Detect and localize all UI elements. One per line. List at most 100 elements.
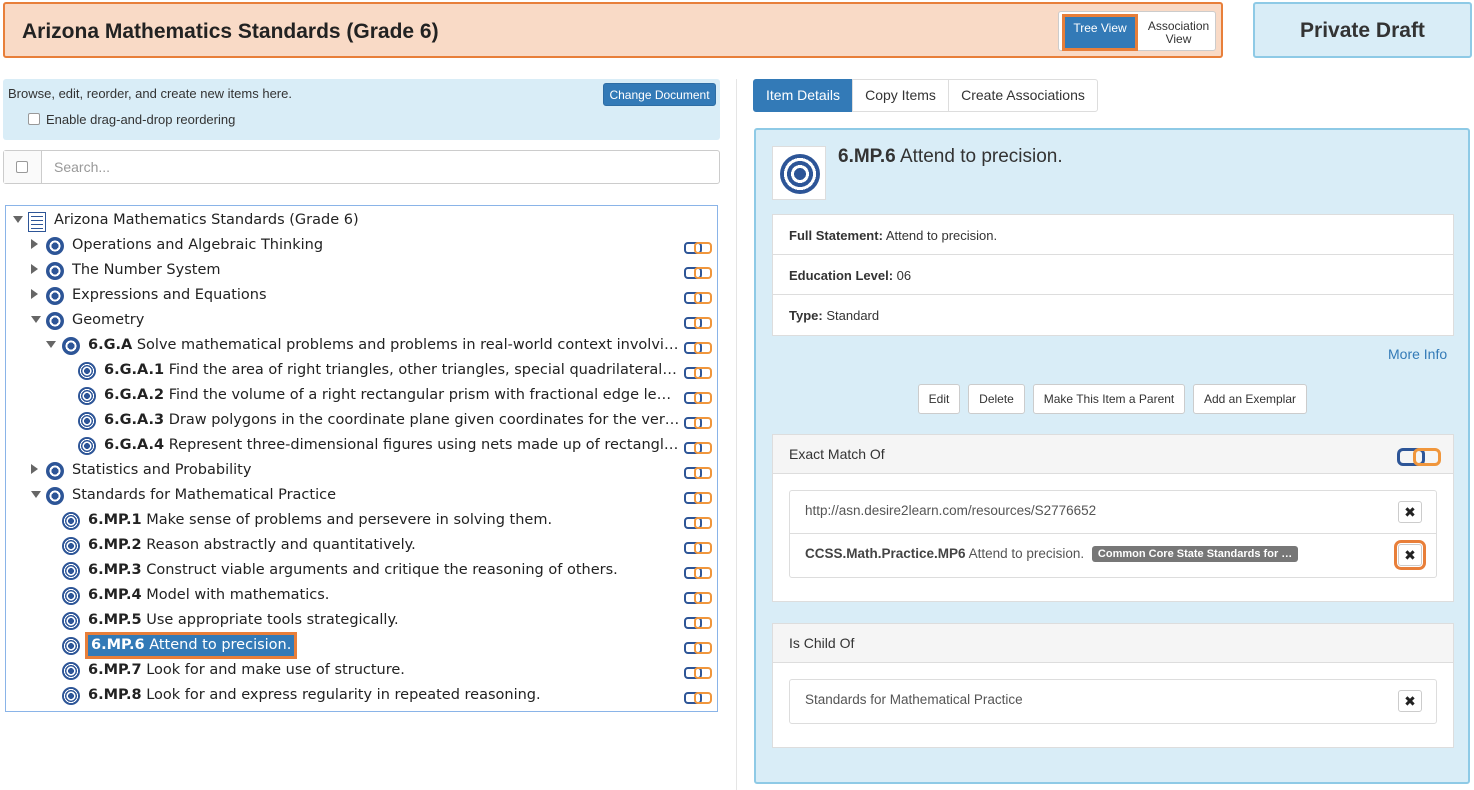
tree-item-code: 6.MP.4 xyxy=(88,587,142,603)
tab-create-associations[interactable]: Create Associations xyxy=(948,79,1098,112)
tree-row[interactable]: Expressions and Equations xyxy=(6,284,717,309)
tree-row[interactable]: Geometry xyxy=(6,309,717,334)
collapse-toggle-icon[interactable] xyxy=(46,341,56,348)
association-link-icon[interactable] xyxy=(684,617,712,629)
delete-button[interactable]: Delete xyxy=(968,384,1025,414)
add-exemplar-button[interactable]: Add an Exemplar xyxy=(1193,384,1307,414)
remove-association-button[interactable]: ✖ xyxy=(1398,690,1422,712)
document-header: Arizona Mathematics Standards (Grade 6) … xyxy=(3,2,1223,58)
tree-item-label[interactable]: 6.MP.5 Use appropriate tools strategical… xyxy=(88,612,399,628)
tree-item-label[interactable]: Geometry xyxy=(72,312,144,328)
association-link-icon[interactable] xyxy=(684,342,712,354)
tree-item-label[interactable]: 6.MP.8 Look for and express regularity i… xyxy=(88,687,541,703)
tree-row[interactable]: 6.G.A.2 Find the volume of a right recta… xyxy=(6,384,717,409)
more-info-link[interactable]: More Info xyxy=(1388,346,1447,362)
drag-drop-checkbox[interactable] xyxy=(28,113,40,125)
standard-icon xyxy=(46,487,64,505)
remove-association-button[interactable]: ✖ xyxy=(1398,501,1422,523)
tree-item-label[interactable]: 6.MP.7 Look for and make use of structur… xyxy=(88,662,405,678)
tab-item-details[interactable]: Item Details xyxy=(753,79,853,112)
tree-row[interactable]: 6.G.A.3 Draw polygons in the coordinate … xyxy=(6,409,717,434)
tree-item-label[interactable]: Standards for Mathematical Practice xyxy=(72,487,336,503)
remove-association-button[interactable]: ✖ xyxy=(1394,540,1426,570)
tree-row[interactable]: 6.G.A Solve mathematical problems and pr… xyxy=(6,334,717,359)
tree-row[interactable]: 6.MP.1 Make sense of problems and persev… xyxy=(6,509,717,534)
tree-row[interactable]: 6.MP.5 Use appropriate tools strategical… xyxy=(6,609,717,634)
association-link-icon[interactable] xyxy=(684,292,712,304)
tree-row[interactable]: Standards for Mathematical Practice xyxy=(6,484,717,509)
tab-copy-items[interactable]: Copy Items xyxy=(852,79,949,112)
association-link-icon[interactable] xyxy=(684,492,712,504)
list-item[interactable]: Standards for Mathematical Practice ✖ xyxy=(790,680,1436,723)
association-link-icon[interactable] xyxy=(684,592,712,604)
tree-item-label[interactable]: Statistics and Probability xyxy=(72,462,251,478)
tree-view-button[interactable]: Tree View xyxy=(1062,14,1138,51)
list-item[interactable]: http://asn.desire2learn.com/resources/S2… xyxy=(790,491,1436,534)
tree-row[interactable]: 6.G.A.4 Represent three-dimensional figu… xyxy=(6,434,717,459)
association-link-icon[interactable] xyxy=(684,392,712,404)
change-document-button[interactable]: Change Document xyxy=(603,83,716,106)
tree-item-label[interactable]: Operations and Algebraic Thinking xyxy=(72,237,323,253)
tree-row[interactable]: Arizona Mathematics Standards (Grade 6) xyxy=(6,209,717,234)
expand-toggle-icon[interactable] xyxy=(31,264,38,274)
tree-item-label[interactable]: Arizona Mathematics Standards (Grade 6) xyxy=(54,212,359,228)
association-link-icon[interactable] xyxy=(684,667,712,679)
collapse-toggle-icon[interactable] xyxy=(31,491,41,498)
tree-item-code: 6.MP.6 xyxy=(91,637,145,653)
collapse-toggle-icon[interactable] xyxy=(31,316,41,323)
association-link-icon[interactable] xyxy=(684,417,712,429)
association-link-icon[interactable] xyxy=(684,567,712,579)
association-link-icon[interactable] xyxy=(684,242,712,254)
tree-row[interactable]: 6.MP.6 Attend to precision. xyxy=(6,632,717,659)
tree-item-label[interactable]: The Number System xyxy=(72,262,221,278)
tree-item-label[interactable]: 6.MP.1 Make sense of problems and persev… xyxy=(88,512,552,528)
tree-row[interactable]: The Number System xyxy=(6,259,717,284)
link-icon[interactable] xyxy=(1397,446,1441,466)
make-parent-button[interactable]: Make This Item a Parent xyxy=(1033,384,1185,414)
expand-toggle-icon[interactable] xyxy=(31,239,38,249)
collapse-toggle-icon[interactable] xyxy=(13,216,23,223)
association-link-icon[interactable] xyxy=(684,442,712,454)
tree-item-label[interactable]: 6.MP.2 Reason abstractly and quantitativ… xyxy=(88,537,416,553)
association-link-icon[interactable] xyxy=(684,367,712,379)
association-view-button[interactable]: Association View xyxy=(1141,14,1216,51)
select-all-checkbox[interactable] xyxy=(16,161,28,173)
target-icon xyxy=(78,387,96,405)
tree-row[interactable]: 6.MP.7 Look for and make use of structur… xyxy=(6,659,717,684)
association-link-icon[interactable] xyxy=(684,542,712,554)
is-child-of-panel: Is Child Of Standards for Mathematical P… xyxy=(772,623,1454,748)
tree-item-label[interactable]: 6.G.A.3 Draw polygons in the coordinate … xyxy=(104,412,680,428)
document-icon xyxy=(28,212,46,232)
expand-toggle-icon[interactable] xyxy=(31,289,38,299)
tree-item-label[interactable]: 6.MP.6 Attend to precision. xyxy=(84,632,298,659)
tree-item-label[interactable]: Expressions and Equations xyxy=(72,287,267,303)
association-link-icon[interactable] xyxy=(684,317,712,329)
tree-item-label[interactable]: 6.MP.3 Construct viable arguments and cr… xyxy=(88,562,618,578)
association-link-icon[interactable] xyxy=(684,692,712,704)
association-link-icon[interactable] xyxy=(684,517,712,529)
tree-item-label[interactable]: 6.G.A.2 Find the volume of a right recta… xyxy=(104,387,680,403)
tree-row[interactable]: 6.MP.4 Model with mathematics. xyxy=(6,584,717,609)
standard-icon xyxy=(46,287,64,305)
tree-item-label[interactable]: 6.G.A.1 Find the area of right triangles… xyxy=(104,362,680,378)
tree-row[interactable]: 6.G.A.1 Find the area of right triangles… xyxy=(6,359,717,384)
tree-item-text: Look for and express regularity in repea… xyxy=(146,687,541,703)
tree-item-label[interactable]: 6.G.A.4 Represent three-dimensional figu… xyxy=(104,437,680,453)
association-link-icon[interactable] xyxy=(684,467,712,479)
tree-item-label[interactable]: 6.MP.4 Model with mathematics. xyxy=(88,587,329,603)
search-input[interactable] xyxy=(46,152,706,182)
association-link-icon[interactable] xyxy=(684,267,712,279)
drag-drop-option[interactable]: Enable drag-and-drop reordering xyxy=(28,112,235,127)
tree-row[interactable]: 6.MP.2 Reason abstractly and quantitativ… xyxy=(6,534,717,559)
association-link-icon[interactable] xyxy=(684,642,712,654)
expand-toggle-icon[interactable] xyxy=(31,464,38,474)
edit-button[interactable]: Edit xyxy=(918,384,960,414)
tree-row[interactable]: 6.MP.8 Look for and express regularity i… xyxy=(6,684,717,709)
list-item[interactable]: CCSS.Math.Practice.MP6 Attend to precisi… xyxy=(790,534,1436,577)
tree-row[interactable]: Operations and Algebraic Thinking xyxy=(6,234,717,259)
full-statement-row: Full Statement: Attend to precision. xyxy=(773,215,1453,255)
tree-row[interactable]: Statistics and Probability xyxy=(6,459,717,484)
tree-item-code: 6.G.A.1 xyxy=(104,362,165,378)
tree-item-label[interactable]: 6.G.A Solve mathematical problems and pr… xyxy=(88,337,680,353)
tree-row[interactable]: 6.MP.3 Construct viable arguments and cr… xyxy=(6,559,717,584)
